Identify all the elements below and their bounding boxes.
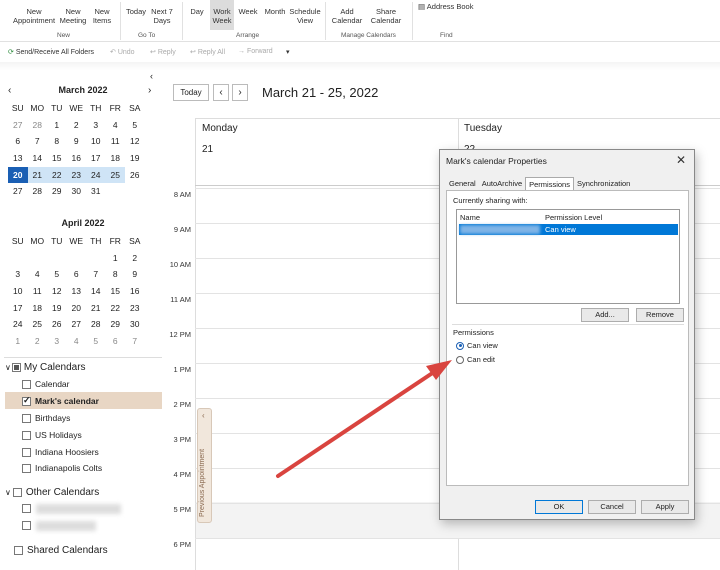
red-arrow-annotation [276,360,452,478]
